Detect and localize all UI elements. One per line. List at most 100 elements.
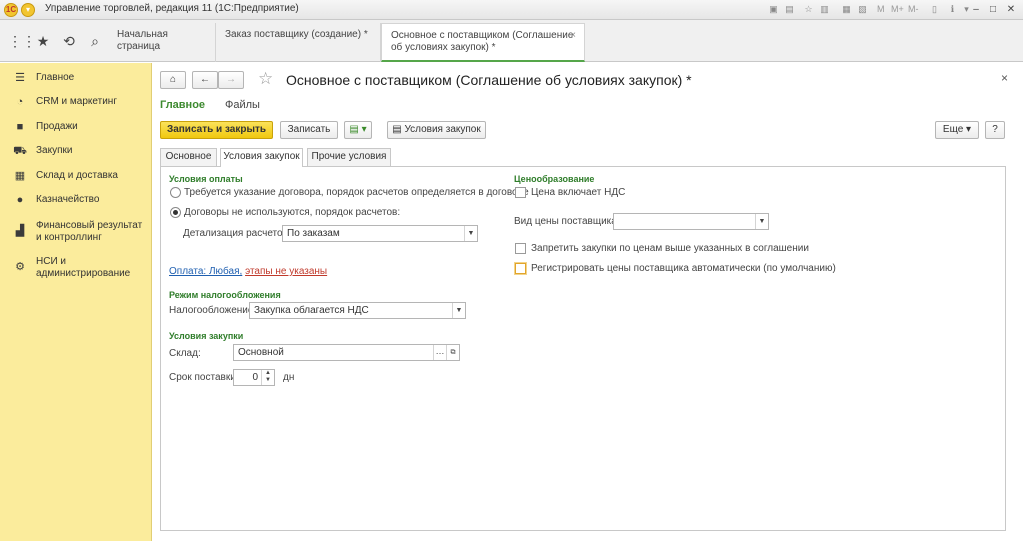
stepper-arrows-icon[interactable]: ▲ ▼ [261, 370, 274, 385]
help-button[interactable]: ? [985, 121, 1005, 139]
app-menu-icon[interactable]: ▾ [21, 3, 35, 17]
radio-contract-required-label[interactable]: Требуется указание договора, порядок рас… [184, 187, 529, 198]
includes-vat-checkbox[interactable] [515, 187, 526, 198]
sidebar-item-label: Главное [36, 72, 75, 83]
warehouse-value: Основной [238, 347, 284, 358]
payment-terms-link-group: Оплата: Любая, этапы не указаны [169, 266, 327, 277]
sidebar-item-label: Продажи [36, 121, 78, 132]
forward-button[interactable]: → [218, 71, 244, 89]
bookmark-icon[interactable]: ▤ [783, 3, 796, 16]
favorites-star-icon[interactable]: ★ [34, 32, 52, 50]
tab-label: Заказ поставщику (создание) * [225, 29, 368, 40]
coin-icon: ● [16, 194, 24, 206]
page-title: Основное с поставщиком (Соглашение об ус… [286, 72, 692, 88]
tab-purchase-terms[interactable]: Условия закупок [220, 148, 303, 167]
forbid-higher-prices-label[interactable]: Запретить закупки по ценам выше указанны… [531, 243, 809, 254]
pricing-section-title: Ценообразование [514, 174, 595, 184]
nav-link-main[interactable]: Главное [160, 99, 205, 111]
history-icon[interactable]: ⟲ [60, 32, 78, 50]
detail-label: Детализация расчетов: [183, 228, 291, 239]
delivery-stepper[interactable]: 0 ▲ ▼ [233, 369, 275, 386]
screenshot-icon[interactable]: ▣ [767, 3, 780, 16]
close-form-icon[interactable]: × [1001, 71, 1008, 85]
favorite-star-icon[interactable]: ☆ [258, 70, 273, 87]
sidebar-item-label: CRM и маркетинг [36, 96, 117, 107]
apps-grid-icon[interactable]: ⋮⋮ [8, 32, 36, 50]
nav-link-files[interactable]: Файлы [225, 99, 260, 111]
sidebar: ☰ Главное ◔ CRM и маркетинг ■ Продажи ⛟ … [0, 63, 152, 541]
sidebar-item-label: Казначейство [36, 194, 100, 205]
radio-no-contracts-label[interactable]: Договоры не используются, порядок расчет… [184, 207, 400, 218]
sidebar-item-label: НСИ и администрирование [36, 256, 131, 279]
open-icon[interactable]: ⧉ [446, 345, 459, 360]
panels-icon[interactable]: ▯ [928, 3, 941, 16]
detail-select[interactable]: По заказам ▼ [282, 225, 478, 242]
sidebar-item-label: Склад и доставка [36, 170, 118, 181]
warehouse-icon: ▦ [14, 170, 26, 182]
navigation-bar: ⋮⋮ ★ ⟲ ⌕ Начальная страница Заказ постав… [0, 20, 1023, 62]
home-button[interactable]: ⌂ [160, 71, 186, 89]
price-type-label: Вид цены поставщика: [514, 216, 620, 227]
calendar-icon[interactable]: ▦ [840, 3, 853, 16]
radio-contract-required[interactable] [170, 187, 181, 198]
tax-select[interactable]: Закупка облагается НДС ▼ [249, 302, 466, 319]
search-icon[interactable]: ⌕ [86, 32, 104, 50]
save-button[interactable]: Записать [280, 121, 338, 139]
ellipsis-icon[interactable]: … [433, 345, 446, 360]
tab-other-terms[interactable]: Прочие условия [307, 148, 391, 166]
tab-supplier-agreement[interactable]: Основное с поставщиком (Соглашение об ус… [381, 23, 585, 62]
history-icon[interactable]: ▥ [818, 3, 831, 16]
document-form: ⌂ ← → ☆ Основное с поставщиком (Соглашен… [152, 63, 1023, 541]
stages-link[interactable]: этапы не указаны [245, 266, 327, 277]
warehouse-field[interactable]: Основной … ⧉ [233, 344, 460, 361]
forbid-higher-prices-checkbox[interactable] [515, 243, 526, 254]
back-button[interactable]: ← [192, 71, 218, 89]
memory-plus-button[interactable]: M+ [891, 4, 904, 14]
close-tab-icon[interactable]: × [570, 30, 576, 42]
chevron-down-icon: ▾ [963, 124, 972, 135]
register-prices-label[interactable]: Регистрировать цены поставщика автоматич… [531, 263, 836, 274]
sidebar-item-label: Закупки [36, 145, 73, 156]
detail-value: По заказам [287, 228, 340, 239]
menu-lines-icon: ☰ [15, 72, 25, 84]
price-type-select[interactable]: ▼ [613, 213, 769, 230]
form-panel: Условия оплаты Требуется указание догово… [160, 166, 1006, 531]
delivery-unit: дн [283, 372, 295, 383]
app-logo-icon: 1С [4, 3, 18, 17]
delivery-value: 0 [252, 372, 258, 383]
payment-section-title: Условия оплаты [169, 174, 243, 184]
includes-vat-label[interactable]: Цена включает НДС [531, 187, 625, 198]
register-prices-checkbox[interactable] [515, 263, 526, 274]
tab-basic[interactable]: Основное [160, 148, 217, 166]
tab-supplier-order[interactable]: Заказ поставщику (создание) * [216, 23, 381, 62]
chevron-down-icon[interactable]: ▼ [464, 226, 477, 241]
close-window-button[interactable]: ✕ [1003, 2, 1019, 17]
radio-no-contracts[interactable] [170, 207, 181, 218]
title-bar: 1С ▾ Управление торговлей, редакция 11 (… [0, 0, 1023, 20]
maximize-button[interactable]: □ [985, 2, 1001, 17]
tax-section-title: Режим налогообложения [169, 290, 281, 300]
delivery-label: Срок поставки: [169, 372, 239, 383]
tax-value: Закупка облагается НДС [254, 305, 369, 316]
window-title: Управление торговлей, редакция 11 (1С:Пр… [45, 3, 299, 14]
more-button[interactable]: Еще ▾ [935, 121, 979, 139]
sidebar-item-label: Финансовый результат и контроллинг [36, 220, 143, 243]
cart-icon: ⛟ [13, 145, 27, 157]
tab-label: Начальная страница [117, 29, 168, 52]
tab-home-page[interactable]: Начальная страница [108, 23, 216, 62]
save-and-close-button[interactable]: Записать и закрыть [160, 121, 273, 139]
calculator-icon[interactable]: ▧ [856, 3, 869, 16]
create-based-on-button[interactable]: ▤ ▾ [344, 121, 372, 139]
bag-icon: ■ [16, 121, 24, 133]
payment-link[interactable]: Оплата: Любая, [169, 266, 242, 277]
minimize-button[interactable]: – [968, 2, 984, 17]
more-label: Еще [942, 124, 964, 135]
star-icon[interactable]: ☆ [802, 3, 815, 16]
memory-minus-button[interactable]: M- [908, 4, 919, 14]
purchase-terms-button[interactable]: ▤ Условия закупок [387, 121, 486, 139]
memory-m-button[interactable]: M [877, 4, 885, 14]
info-icon[interactable]: ℹ [946, 3, 959, 16]
chevron-down-icon[interactable]: ▼ [755, 214, 768, 229]
chevron-down-icon[interactable]: ▼ [452, 303, 465, 318]
warehouse-label: Склад: [169, 348, 201, 359]
